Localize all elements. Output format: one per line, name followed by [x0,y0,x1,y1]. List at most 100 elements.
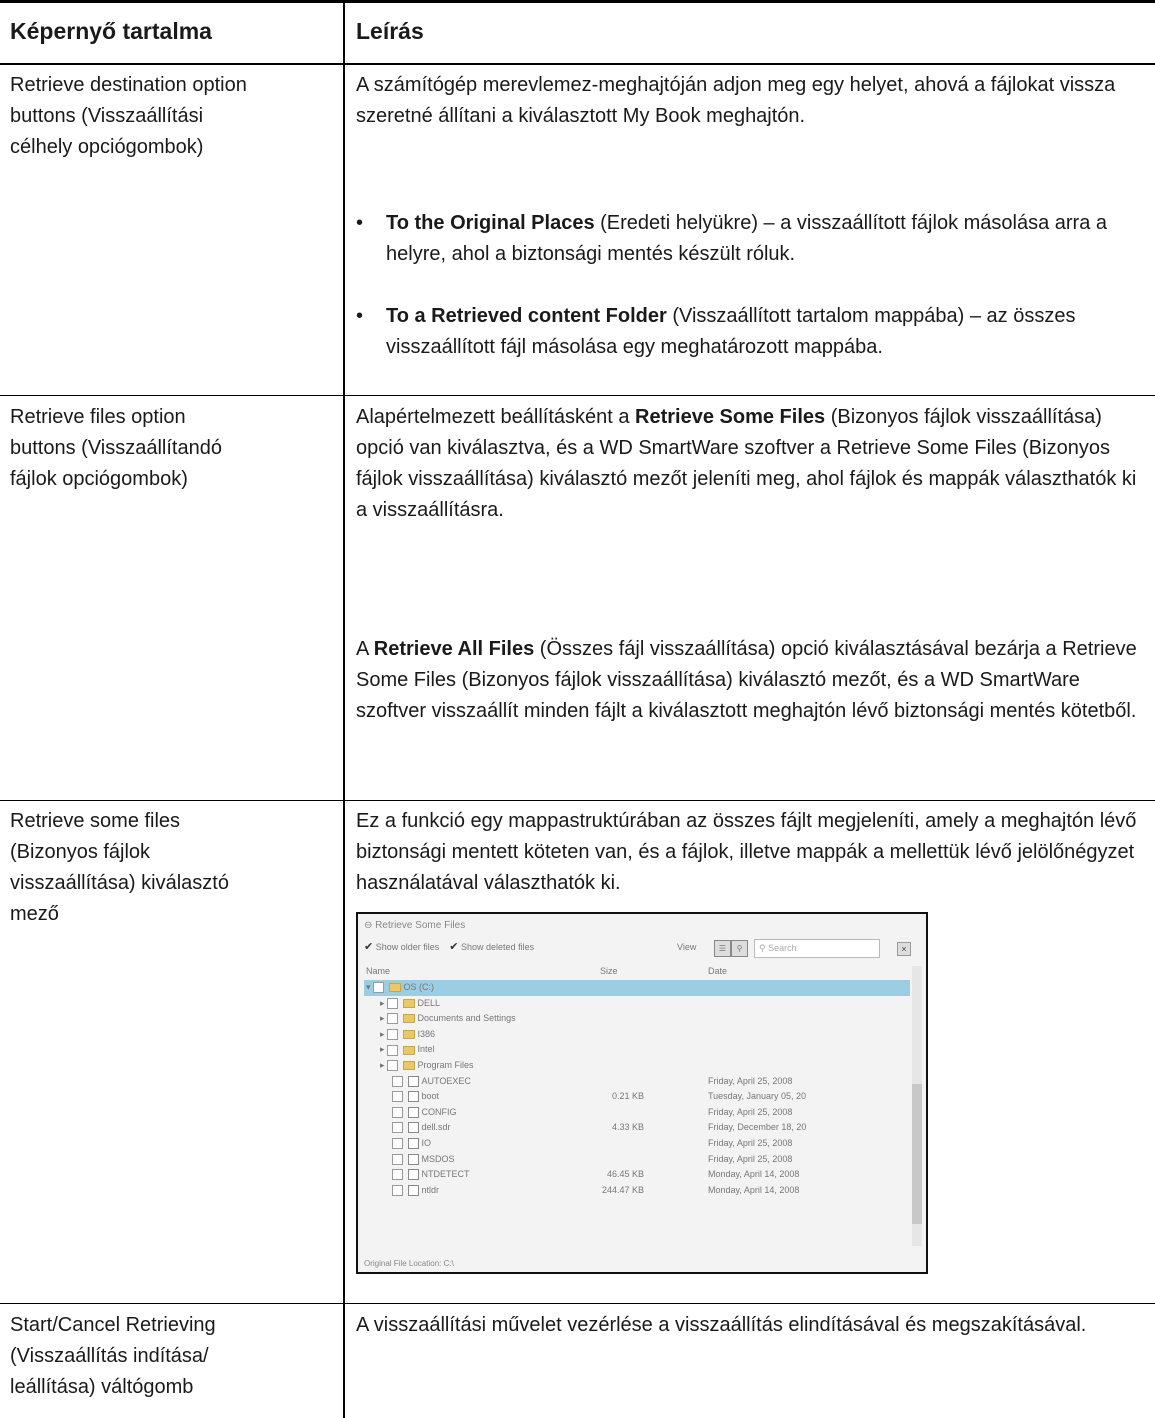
file-name: boot [392,1089,439,1105]
file-date: Friday, April 25, 2008 [708,1153,793,1164]
select-checkbox[interactable] [392,1106,403,1118]
screen-item-retrieve-some-files: Retrieve some files (Bizonyos fájlok vis… [10,810,229,925]
file-date: Monday, April 14, 2008 [708,1184,800,1195]
select-checkbox[interactable] [392,1075,403,1087]
file-name: ▾ OS (C:) [366,982,435,994]
screen-item-retrieve-files: Retrieve files option buttons (Visszaáll… [10,406,222,490]
select-checkbox[interactable] [392,1122,403,1134]
file-name: ▸ Intel [380,1044,435,1056]
screen-item-retrieve-destination: Retrieve destination option buttons (Vis… [10,74,247,158]
file-date: Monday, April 14, 2008 [708,1169,800,1180]
select-checkbox[interactable] [387,997,399,1009]
file-date: Friday, April 25, 2008 [708,1075,793,1086]
panel-toolbar: ✔ Show older files ✔ Show deleted files … [364,939,916,960]
file-name: AUTOEXEC [392,1074,471,1090]
select-checkbox[interactable] [392,1184,403,1196]
file-tree-row[interactable]: AUTOEXEC Friday, April 25, 2008 [364,1074,910,1090]
column-name[interactable]: Name [366,966,390,976]
select-checkbox[interactable] [392,1091,403,1103]
file-name: IO [392,1136,431,1152]
file-size: 4.33 KB [611,1122,644,1133]
file-date: Friday, December 18, 20 [708,1122,807,1133]
file-name: ntldr [392,1183,439,1199]
file-tree-row[interactable]: ▾ OS (C:) [364,980,910,996]
column-header-screen-content: Képernyő tartalma [10,18,212,44]
file-tree-row[interactable]: MSDOS Friday, April 25, 2008 [364,1152,910,1168]
file-size: 0.21 KB [611,1091,644,1102]
file-tree-row[interactable]: boot 0.21 KB Tuesday, January 05, 20 [364,1089,910,1105]
file-date: Friday, April 25, 2008 [708,1137,793,1148]
file-name: ▸ Program Files [380,1059,474,1072]
file-icon [407,1169,419,1181]
folder-icon [402,1014,415,1024]
row-divider [0,395,1155,396]
search-input[interactable]: ⚲ Search [754,939,880,958]
folder-icon [402,1061,415,1071]
file-date: Friday, April 25, 2008 [708,1106,793,1117]
file-tree-row[interactable]: CONFIG Friday, April 25, 2008 [364,1105,910,1121]
file-name: dell.sdr [392,1120,451,1136]
select-checkbox[interactable] [387,1028,399,1040]
original-file-location: Original File Location: C:\ [364,1259,454,1268]
description-retrieve-files: Alapértelmezett beállításként a Retrieve… [356,402,1146,526]
folder-icon [402,1045,415,1055]
file-size: 46.45 KB [606,1169,644,1180]
file-icon [407,1138,419,1150]
select-checkbox[interactable] [392,1153,403,1165]
file-tree: ▾ OS (C:) ▸ DELL ▸ Documents and Settings ▸… [364,980,910,1198]
show-deleted-files-checkbox[interactable]: ✔ Show deleted files [449,941,534,953]
file-tree-row[interactable]: ▸ DELL [364,996,910,1012]
file-icon [407,1122,419,1134]
show-older-files-checkbox[interactable]: ✔ Show older files [364,941,439,953]
file-tree-row[interactable]: ntldr 244.47 KB Monday, April 14, 2008 [364,1183,910,1199]
bullet-marker: • [356,212,364,234]
file-size: 244.47 KB [601,1184,644,1195]
file-name: NTDETECT [392,1167,470,1183]
file-icon [407,1153,419,1165]
column-size[interactable]: Size [600,966,618,976]
description-retrieve-some-files: Ez a funkció egy mappastruktúrában az ös… [356,810,1137,894]
header-bottom-border [0,63,1155,65]
column-header-description: Leírás [356,18,424,44]
row-divider [0,800,1155,801]
description-retrieve-all: A Retrieve All Files (Összes fájl vissza… [356,634,1146,727]
file-date: Tuesday, January 05, 20 [708,1091,807,1102]
column-date[interactable]: Date [708,966,727,976]
clear-search-icon[interactable]: × [897,942,911,956]
file-tree-row[interactable]: NTDETECT 46.45 KB Monday, April 14, 2008 [364,1167,910,1183]
scrollbar-thumb[interactable] [912,1084,922,1224]
folder-icon [388,983,401,993]
retrieve-some-files-screenshot: ⊖ Retrieve Some Files ✔ Show older files… [356,912,928,1274]
file-icon [407,1106,419,1118]
bullet-marker: • [356,305,364,327]
file-tree-row[interactable]: ▸ Intel [364,1042,910,1058]
table-top-border [0,0,1155,3]
file-icon [407,1091,419,1103]
description-start-cancel: A visszaállítási művelet vezérlése a vis… [356,1314,1087,1336]
panel-title: ⊖ Retrieve Some Files [364,920,466,931]
column-divider [343,0,345,1418]
file-name: CONFIG [392,1105,457,1121]
document-page: Képernyő tartalma Leírás Retrieve destin… [0,0,1155,1418]
folder-icon [402,1029,415,1039]
select-checkbox[interactable] [373,982,385,994]
view-buttons: ☰ ⚲ [714,940,748,957]
file-tree-row[interactable]: IO Friday, April 25, 2008 [364,1136,910,1152]
select-checkbox[interactable] [387,1013,399,1025]
select-checkbox[interactable] [392,1138,403,1150]
file-tree-row[interactable]: dell.sdr 4.33 KB Friday, December 18, 20 [364,1120,910,1136]
select-checkbox[interactable] [387,1044,399,1056]
file-tree-row[interactable]: ▸ I386 [364,1027,910,1043]
select-checkbox[interactable] [387,1060,399,1072]
view-label: View [677,942,697,952]
paragraph-default-option: Alapértelmezett beállításként a Retrieve… [356,406,1137,521]
paragraph-retrieve-all: A Retrieve All Files (Összes fájl vissza… [356,638,1137,722]
file-name: MSDOS [392,1152,455,1168]
file-tree-row[interactable]: ▸ Documents and Settings [364,1011,910,1027]
file-list-header: Name Size Date [364,966,910,981]
bullet-original-places: To the Original Places (Eredeti helyükre… [386,212,1108,265]
search-view-icon[interactable]: ⚲ [731,940,748,957]
file-tree-row[interactable]: ▸ Program Files [364,1058,910,1074]
select-checkbox[interactable] [392,1169,403,1181]
list-view-icon[interactable]: ☰ [714,940,731,957]
